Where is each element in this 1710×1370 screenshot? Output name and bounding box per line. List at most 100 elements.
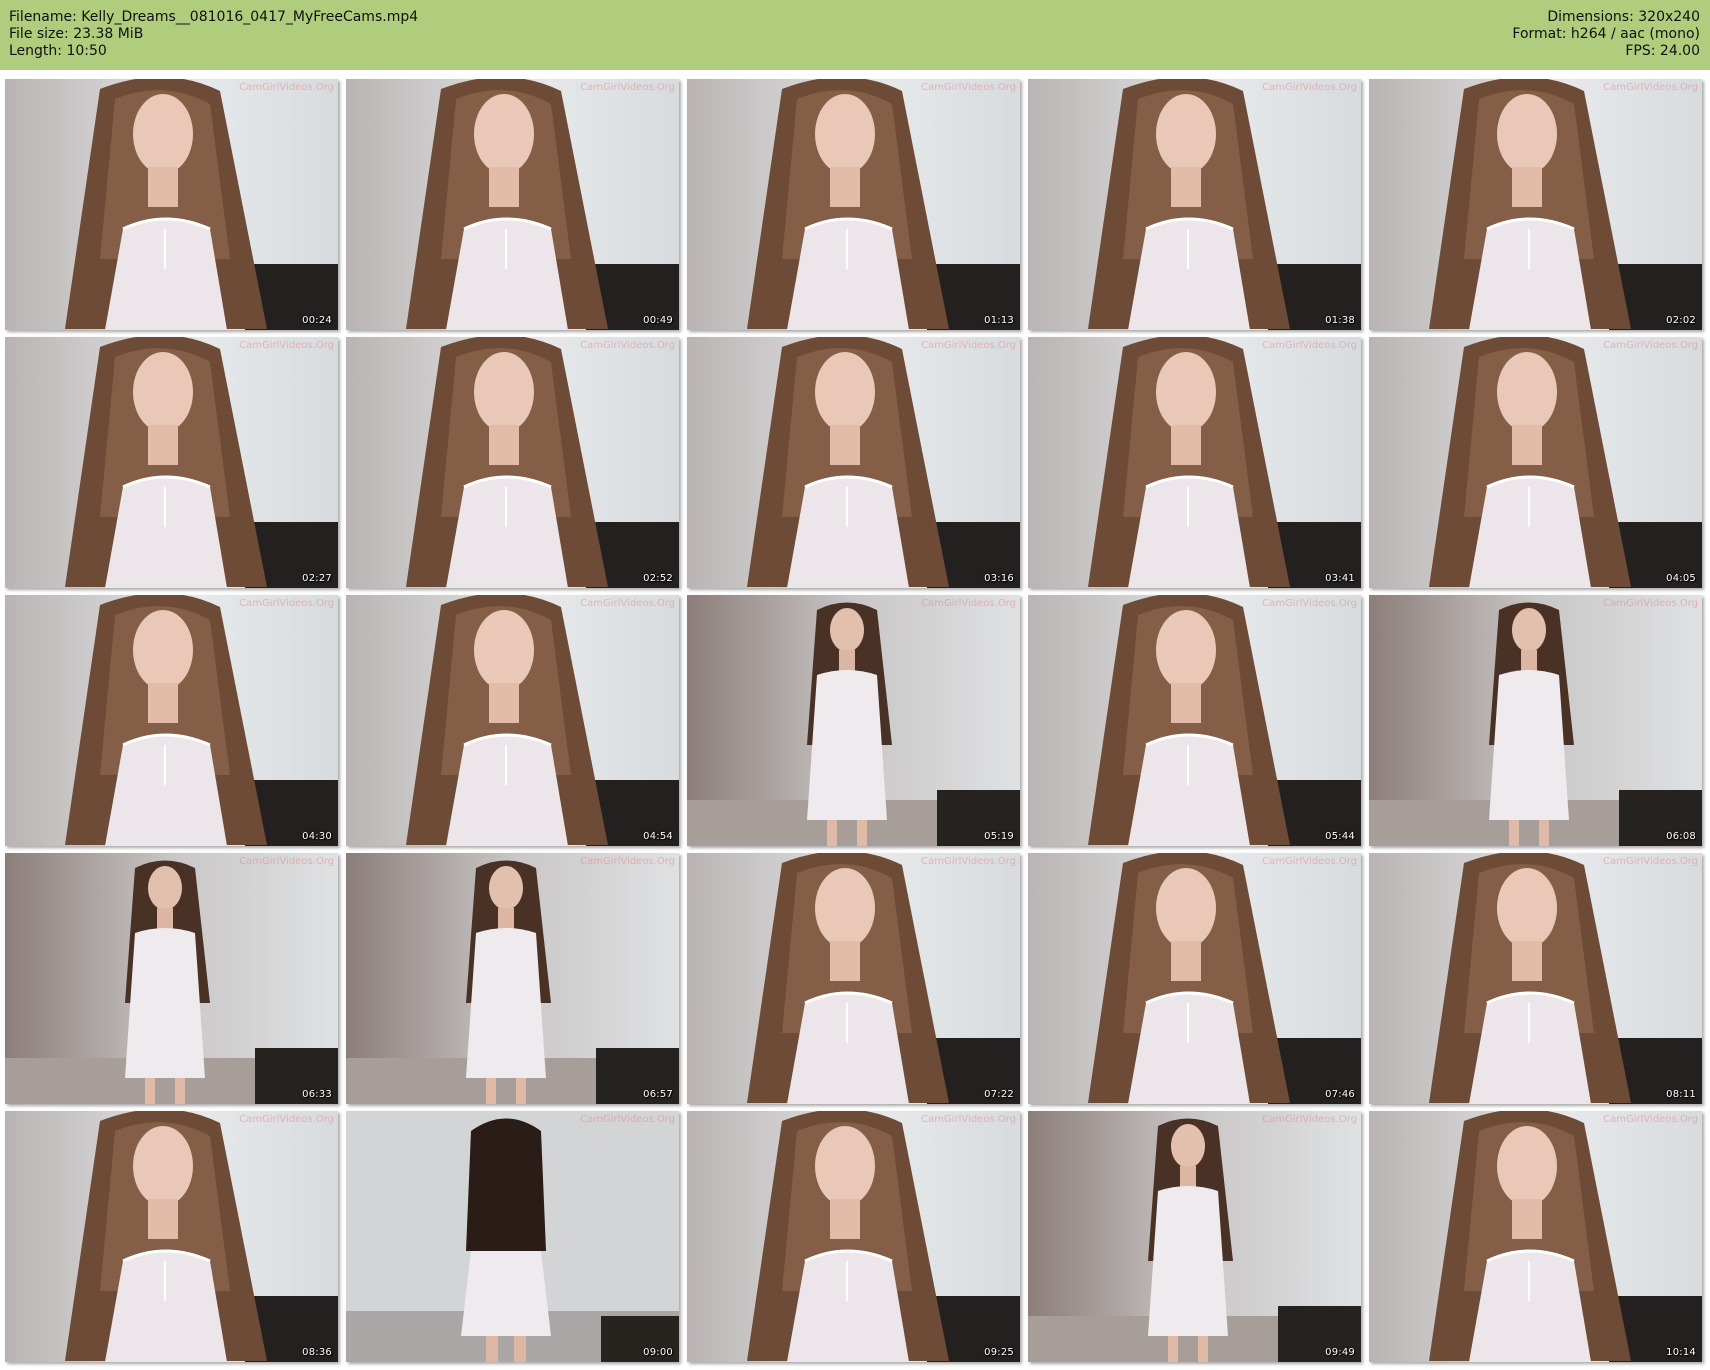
thumbnail[interactable]: CamGirlVideos.Org 08:36 <box>5 1111 338 1362</box>
thumbnail[interactable]: CamGirlVideos.Org 04:54 <box>346 595 679 846</box>
video-frame-image <box>5 595 338 846</box>
watermark: CamGirlVideos.Org <box>1262 598 1357 609</box>
timestamp: 10:14 <box>1666 1347 1696 1358</box>
timestamp: 06:33 <box>302 1089 332 1100</box>
watermark: CamGirlVideos.Org <box>580 82 675 93</box>
thumbnail[interactable]: CamGirlVideos.Org 08:11 <box>1369 853 1702 1104</box>
thumbnail[interactable]: CamGirlVideos.Org 05:44 <box>1028 595 1361 846</box>
timestamp: 07:46 <box>1325 1089 1355 1100</box>
video-frame-image <box>1028 595 1361 846</box>
video-frame-image <box>687 1111 1020 1362</box>
watermark: CamGirlVideos.Org <box>239 856 334 867</box>
timestamp: 03:16 <box>984 573 1014 584</box>
info-header: Filename: Kelly_Dreams__081016_0417_MyFr… <box>0 0 1710 70</box>
thumbnail[interactable]: CamGirlVideos.Org 07:22 <box>687 853 1020 1104</box>
watermark: CamGirlVideos.Org <box>921 82 1016 93</box>
watermark: CamGirlVideos.Org <box>1603 856 1698 867</box>
video-frame-image <box>346 595 679 846</box>
thumbnail[interactable]: CamGirlVideos.Org 02:27 <box>5 337 338 588</box>
watermark: CamGirlVideos.Org <box>1603 82 1698 93</box>
video-frame-image <box>687 853 1020 1104</box>
timestamp: 02:52 <box>643 573 673 584</box>
filename-text: Filename: Kelly_Dreams__081016_0417_MyFr… <box>9 9 419 25</box>
video-frame-image <box>346 1111 679 1362</box>
thumbnail-grid: CamGirlVideos.Org 00:24 CamGirlVideos.Org 0… <box>0 70 1710 1370</box>
watermark: CamGirlVideos.Org <box>239 598 334 609</box>
thumbnail[interactable]: CamGirlVideos.Org 00:49 <box>346 79 679 330</box>
thumbnail[interactable]: CamGirlVideos.Org 04:05 <box>1369 337 1702 588</box>
timestamp: 09:49 <box>1325 1347 1355 1358</box>
watermark: CamGirlVideos.Org <box>1603 340 1698 351</box>
timestamp: 09:25 <box>984 1347 1014 1358</box>
timestamp: 04:54 <box>643 831 673 842</box>
video-frame-image <box>5 1111 338 1362</box>
thumbnail[interactable]: CamGirlVideos.Org 02:52 <box>346 337 679 588</box>
video-frame-image <box>1028 337 1361 588</box>
timestamp: 06:08 <box>1666 831 1696 842</box>
video-frame-image <box>1369 79 1702 330</box>
timestamp: 02:02 <box>1666 315 1696 326</box>
thumbnail[interactable]: CamGirlVideos.Org 04:30 <box>5 595 338 846</box>
video-frame-image <box>687 79 1020 330</box>
watermark: CamGirlVideos.Org <box>580 340 675 351</box>
watermark: CamGirlVideos.Org <box>580 1114 675 1125</box>
length-text: Length: 10:50 <box>9 43 107 59</box>
filesize-text: File size: 23.38 MiB <box>9 26 144 42</box>
watermark: CamGirlVideos.Org <box>239 340 334 351</box>
timestamp: 03:41 <box>1325 573 1355 584</box>
watermark: CamGirlVideos.Org <box>580 856 675 867</box>
thumbnail[interactable]: CamGirlVideos.Org 03:16 <box>687 337 1020 588</box>
watermark: CamGirlVideos.Org <box>1262 856 1357 867</box>
thumbnail[interactable]: CamGirlVideos.Org 07:46 <box>1028 853 1361 1104</box>
timestamp: 05:44 <box>1325 831 1355 842</box>
timestamp: 07:22 <box>984 1089 1014 1100</box>
watermark: CamGirlVideos.Org <box>1262 340 1357 351</box>
media-info: Dimensions: 320x240 Format: h264 / aac (… <box>1512 9 1700 60</box>
timestamp: 09:00 <box>643 1347 673 1358</box>
thumbnail[interactable]: CamGirlVideos.Org 02:02 <box>1369 79 1702 330</box>
thumbnail[interactable]: CamGirlVideos.Org 09:25 <box>687 1111 1020 1362</box>
timestamp: 06:57 <box>643 1089 673 1100</box>
timestamp: 04:05 <box>1666 573 1696 584</box>
thumbnail[interactable]: CamGirlVideos.Org 06:08 <box>1369 595 1702 846</box>
video-frame-image <box>5 79 338 330</box>
thumbnail[interactable]: CamGirlVideos.Org 03:41 <box>1028 337 1361 588</box>
fps-text: FPS: 24.00 <box>1625 43 1700 59</box>
timestamp: 00:24 <box>302 315 332 326</box>
thumbnail[interactable]: CamGirlVideos.Org 10:14 <box>1369 1111 1702 1362</box>
file-info: Filename: Kelly_Dreams__081016_0417_MyFr… <box>9 9 418 60</box>
watermark: CamGirlVideos.Org <box>1262 82 1357 93</box>
thumbnail[interactable]: CamGirlVideos.Org 06:33 <box>5 853 338 1104</box>
thumbnail[interactable]: CamGirlVideos.Org 01:38 <box>1028 79 1361 330</box>
video-frame-image <box>1369 853 1702 1104</box>
watermark: CamGirlVideos.Org <box>921 856 1016 867</box>
video-frame-image <box>1028 853 1361 1104</box>
video-frame-image <box>346 853 679 1104</box>
timestamp: 08:11 <box>1666 1089 1696 1100</box>
thumbnail[interactable]: CamGirlVideos.Org 09:49 <box>1028 1111 1361 1362</box>
watermark: CamGirlVideos.Org <box>239 82 334 93</box>
video-frame-image <box>5 337 338 588</box>
video-frame-image <box>5 853 338 1104</box>
video-frame-image <box>687 337 1020 588</box>
thumbnail[interactable]: CamGirlVideos.Org 05:19 <box>687 595 1020 846</box>
video-frame-image <box>1369 337 1702 588</box>
watermark: CamGirlVideos.Org <box>921 1114 1016 1125</box>
timestamp: 00:49 <box>643 315 673 326</box>
thumbnail[interactable]: CamGirlVideos.Org 01:13 <box>687 79 1020 330</box>
video-frame-image <box>346 337 679 588</box>
timestamp: 04:30 <box>302 831 332 842</box>
watermark: CamGirlVideos.Org <box>1603 598 1698 609</box>
video-frame-image <box>1028 79 1361 330</box>
thumbnail[interactable]: CamGirlVideos.Org 06:57 <box>346 853 679 1104</box>
watermark: CamGirlVideos.Org <box>239 1114 334 1125</box>
thumbnail[interactable]: CamGirlVideos.Org 09:00 <box>346 1111 679 1362</box>
video-frame-image <box>1369 595 1702 846</box>
format-text: Format: h264 / aac (mono) <box>1512 26 1700 42</box>
timestamp: 01:38 <box>1325 315 1355 326</box>
thumbnail[interactable]: CamGirlVideos.Org 00:24 <box>5 79 338 330</box>
timestamp: 01:13 <box>984 315 1014 326</box>
video-frame-image <box>346 79 679 330</box>
video-frame-image <box>687 595 1020 846</box>
watermark: CamGirlVideos.Org <box>921 340 1016 351</box>
